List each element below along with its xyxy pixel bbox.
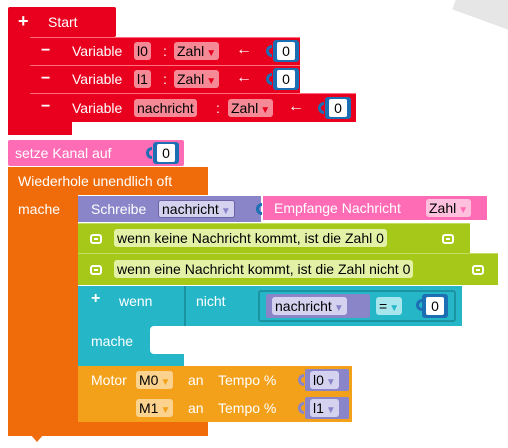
comment-icon[interactable] <box>90 265 102 275</box>
start-label: Start <box>48 14 78 30</box>
operator-dropdown[interactable]: = ▼ <box>376 297 403 315</box>
chevron-down-icon: ▼ <box>206 76 217 87</box>
variable-label: Variable <box>72 43 123 59</box>
value-socket-icon <box>256 203 262 215</box>
forever-loop-label: Wiederhole unendlich oft <box>18 173 173 189</box>
start-block-stem <box>8 30 30 130</box>
variable-remove-icon[interactable]: − <box>41 42 50 60</box>
motor-dropdown-m0[interactable]: M0 ▼ <box>136 371 174 389</box>
condition-socket-icon <box>177 291 183 303</box>
motor-an-label: an <box>188 372 204 388</box>
compare-number-input[interactable]: 0 <box>426 297 444 315</box>
number-socket-icon <box>146 147 152 159</box>
if-do-slot <box>150 326 184 354</box>
write-variable-dropdown[interactable]: nachricht ▼ <box>158 200 235 218</box>
colon-label: : <box>163 71 167 87</box>
forever-loop-footer <box>8 422 208 436</box>
speed-variable-dropdown[interactable]: l1 ▼ <box>310 399 339 417</box>
not-label: nicht <box>196 293 226 309</box>
colon-label: : <box>216 100 220 116</box>
value-socket-icon <box>298 402 304 414</box>
comment-icon[interactable] <box>90 234 102 244</box>
forever-loop-bottom-tab <box>30 434 44 442</box>
comment-text[interactable]: wenn keine Nachricht kommt, ist die Zahl… <box>114 229 387 247</box>
number-socket-icon <box>266 73 272 85</box>
workspace-corner-decoration <box>452 0 508 37</box>
write-label: Schreibe <box>91 201 147 217</box>
number-socket-icon <box>266 45 272 57</box>
number-input[interactable]: 0 <box>277 70 295 88</box>
forever-do-label: mache <box>18 201 61 217</box>
set-channel-label: setze Kanal auf <box>15 145 112 161</box>
chevron-down-icon: ▼ <box>458 205 469 216</box>
colon-label: : <box>163 43 167 59</box>
if-label: wenn <box>119 293 153 309</box>
number-socket-icon <box>318 102 324 114</box>
forever-loop-side <box>8 195 78 430</box>
speed-variable-dropdown[interactable]: l0 ▼ <box>310 371 339 389</box>
value-socket-icon <box>298 374 304 386</box>
variable-remove-icon[interactable]: − <box>41 98 50 116</box>
condition-socket-icon <box>250 293 256 305</box>
variable-name-field[interactable]: nachricht <box>134 99 197 117</box>
motor-an-label: an <box>188 400 204 416</box>
variable-label: Variable <box>72 71 123 87</box>
if-block-footer <box>78 354 184 366</box>
chevron-down-icon: ▼ <box>160 405 171 416</box>
type-dropdown[interactable]: Zahl ▼ <box>174 70 220 88</box>
chevron-down-icon: ▼ <box>325 377 336 388</box>
variable-name-field[interactable]: l1 <box>134 70 151 88</box>
comment-icon[interactable] <box>472 265 484 275</box>
assign-arrow-icon: ← <box>288 98 304 115</box>
type-dropdown[interactable]: Zahl ▼ <box>228 99 274 117</box>
if-do-label: mache <box>91 333 134 349</box>
motor-dropdown-m1[interactable]: M1 ▼ <box>136 399 174 417</box>
number-input[interactable]: 0 <box>277 42 295 60</box>
type-dropdown[interactable]: Zahl ▼ <box>174 42 220 60</box>
comment-text[interactable]: wenn eine Nachricht kommt, ist die Zahl … <box>114 260 414 278</box>
if-add-icon[interactable]: + <box>91 290 100 308</box>
chevron-down-icon: ▼ <box>160 377 171 388</box>
variable-name-field[interactable]: l0 <box>134 42 151 60</box>
assign-arrow-icon: ← <box>236 41 252 58</box>
chevron-down-icon: ▼ <box>325 405 336 416</box>
variable-remove-icon[interactable]: − <box>41 70 50 88</box>
motor-speed-label: Tempo % <box>218 372 277 388</box>
start-block-footer <box>8 122 72 135</box>
number-input[interactable]: 0 <box>329 99 347 117</box>
chevron-down-icon: ▼ <box>333 303 344 314</box>
start-plus-icon[interactable]: + <box>18 12 29 30</box>
channel-number-input[interactable]: 0 <box>157 144 175 162</box>
receive-message-label: Empfange Nachricht <box>274 200 401 216</box>
chevron-down-icon: ▼ <box>389 303 400 314</box>
comment-icon[interactable] <box>442 234 454 244</box>
chevron-down-icon: ▼ <box>260 105 271 116</box>
chevron-down-icon: ▼ <box>220 206 231 217</box>
receive-type-dropdown[interactable]: Zahl ▼ <box>426 199 472 217</box>
motor-label: Motor <box>91 372 127 388</box>
assign-arrow-icon: ← <box>236 69 252 86</box>
compare-variable-dropdown[interactable]: nachricht ▼ <box>272 297 347 315</box>
chevron-down-icon: ▼ <box>206 48 217 59</box>
motor-speed-label: Tempo % <box>218 400 277 416</box>
variable-label: Variable <box>72 100 123 116</box>
